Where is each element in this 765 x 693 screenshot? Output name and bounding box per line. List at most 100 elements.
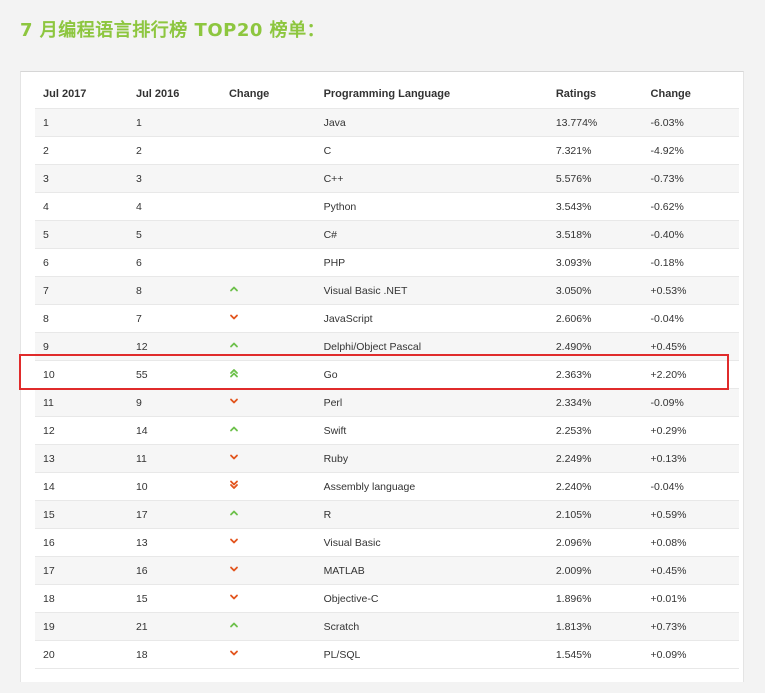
table-body: 1 1 Java 13.774% -6.03% 2 2 C 7.321% -4.92% 3 3 C++ 5…: [35, 108, 739, 669]
header-jul-2016: Jul 2016: [127, 80, 221, 109]
rank-previous-cell: 15: [127, 584, 221, 613]
rating-change-cell: +0.09%: [642, 640, 739, 669]
rank-current-cell: 20: [35, 640, 128, 669]
rank-change-cell: [220, 304, 316, 333]
table-row: 2 2 C 7.321% -4.92%: [35, 136, 739, 165]
rating-cell: 3.093%: [547, 248, 643, 277]
rating-cell: 2.249%: [547, 444, 643, 473]
language-cell: Assembly language: [315, 472, 548, 501]
rank-current-cell: 9: [35, 332, 128, 361]
rank-previous-cell: 21: [127, 612, 221, 641]
rank-change-cell: [220, 472, 316, 501]
language-cell: Ruby: [315, 444, 548, 473]
chevron-down-icon: [230, 398, 238, 404]
table-row: 4 4 Python 3.543% -0.62%: [35, 192, 739, 221]
rank-previous-cell: 17: [127, 500, 221, 529]
ranking-table: Jul 2017 Jul 2016 Change Programming Lan…: [35, 80, 739, 669]
chevron-up-icon: [230, 622, 238, 628]
rating-cell: 2.253%: [547, 416, 643, 445]
rank-current-cell: 12: [35, 416, 128, 445]
chevron-up-icon: [230, 342, 238, 348]
language-cell: Visual Basic: [315, 528, 548, 557]
rating-cell: 2.105%: [547, 500, 643, 529]
rating-cell: 7.321%: [547, 136, 643, 165]
rating-change-cell: +0.08%: [642, 528, 739, 557]
table-row: 3 3 C++ 5.576% -0.73%: [35, 164, 739, 193]
chevron-up-icon: [230, 510, 238, 516]
language-cell: PHP: [315, 248, 548, 277]
header-jul-2017: Jul 2017: [35, 80, 128, 109]
table-row: 13 11 Ruby 2.249% +0.13%: [35, 444, 739, 473]
rating-change-cell: +0.01%: [642, 584, 739, 613]
rank-change-cell: [220, 556, 316, 585]
language-cell: C#: [315, 220, 548, 249]
rank-previous-cell: 12: [127, 332, 221, 361]
rank-current-cell: 3: [35, 164, 128, 193]
rank-current-cell: 7: [35, 276, 128, 305]
rating-cell: 2.096%: [547, 528, 643, 557]
rank-change-cell: [220, 444, 316, 473]
rank-previous-cell: 16: [127, 556, 221, 585]
chevron-down-icon: [230, 566, 238, 572]
table-row: 15 17 R 2.105% +0.59%: [35, 500, 739, 529]
rating-change-cell: -0.04%: [642, 304, 739, 333]
rank-change-cell: [220, 108, 316, 137]
rating-cell: 1.545%: [547, 640, 643, 669]
rank-previous-cell: 4: [127, 192, 221, 221]
rating-change-cell: +0.45%: [642, 556, 739, 585]
rating-change-cell: -0.09%: [642, 388, 739, 417]
rating-cell: 3.050%: [547, 276, 643, 305]
rank-previous-cell: 8: [127, 276, 221, 305]
language-cell: C: [315, 136, 548, 165]
header-programming-language: Programming Language: [315, 80, 548, 109]
language-cell: Python: [315, 192, 548, 221]
table-row: 10 55 Go 2.363% +2.20%: [35, 360, 739, 389]
rank-previous-cell: 9: [127, 388, 221, 417]
table-row: 6 6 PHP 3.093% -0.18%: [35, 248, 739, 277]
rating-cell: 2.363%: [547, 360, 643, 389]
rank-change-cell: [220, 584, 316, 613]
rating-change-cell: +0.13%: [642, 444, 739, 473]
language-cell: Delphi/Object Pascal: [315, 332, 548, 361]
page-title: 7 月编程语言排行榜 TOP20 榜单：: [20, 20, 326, 41]
language-cell: Visual Basic .NET: [315, 276, 548, 305]
rank-current-cell: 4: [35, 192, 128, 221]
rank-previous-cell: 3: [127, 164, 221, 193]
rank-current-cell: 17: [35, 556, 128, 585]
chevron-down-icon: [230, 454, 238, 460]
rank-previous-cell: 5: [127, 220, 221, 249]
rank-current-cell: 13: [35, 444, 128, 473]
rating-change-cell: +2.20%: [642, 360, 739, 389]
language-cell: Scratch: [315, 612, 548, 641]
table-row: 11 9 Perl 2.334% -0.09%: [35, 388, 739, 417]
rank-previous-cell: 6: [127, 248, 221, 277]
language-cell: Go: [315, 360, 548, 389]
header-ratings: Ratings: [547, 80, 643, 109]
rank-current-cell: 5: [35, 220, 128, 249]
rating-cell: 2.334%: [547, 388, 643, 417]
chevron-up-icon: [230, 286, 238, 292]
rank-current-cell: 8: [35, 304, 128, 333]
language-cell: Perl: [315, 388, 548, 417]
rank-change-cell: [220, 276, 316, 305]
rank-change-cell: [220, 248, 316, 277]
rating-cell: 3.543%: [547, 192, 643, 221]
rating-change-cell: -4.92%: [642, 136, 739, 165]
rank-change-cell: [220, 164, 316, 193]
ranking-panel: Jul 2017 Jul 2016 Change Programming Lan…: [20, 71, 744, 682]
rating-cell: 2.240%: [547, 472, 643, 501]
rating-change-cell: -0.62%: [642, 192, 739, 221]
table-header-row: Jul 2017 Jul 2016 Change Programming Lan…: [35, 80, 739, 109]
rating-change-cell: +0.73%: [642, 612, 739, 641]
rating-cell: 3.518%: [547, 220, 643, 249]
table-row: 18 15 Objective-C 1.896% +0.01%: [35, 584, 739, 613]
rank-current-cell: 18: [35, 584, 128, 613]
rating-cell: 2.009%: [547, 556, 643, 585]
table-row: 8 7 JavaScript 2.606% -0.04%: [35, 304, 739, 333]
rank-current-cell: 10: [35, 360, 128, 389]
rank-previous-cell: 11: [127, 444, 221, 473]
rank-change-cell: [220, 500, 316, 529]
table-row: 17 16 MATLAB 2.009% +0.45%: [35, 556, 739, 585]
language-cell: Java: [315, 108, 548, 137]
rating-change-cell: -6.03%: [642, 108, 739, 137]
